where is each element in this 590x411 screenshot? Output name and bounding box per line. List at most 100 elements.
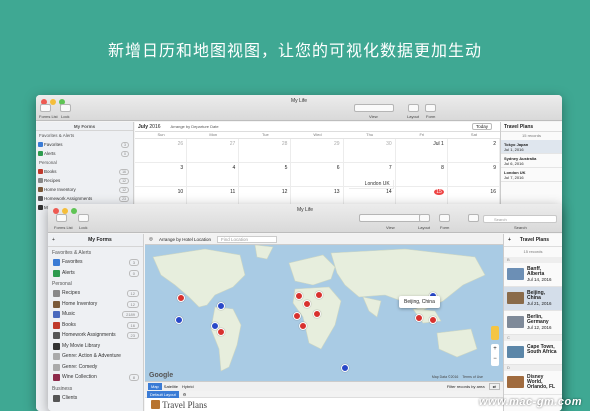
- layout-button[interactable]: [419, 214, 430, 222]
- calendar-day-cell[interactable]: 30: [343, 139, 396, 163]
- pegman-icon[interactable]: [491, 326, 499, 340]
- arrange-menu[interactable]: Arrange by Hotel Location: [159, 237, 211, 242]
- day-name: Tue: [261, 132, 269, 137]
- map-pin[interactable]: [177, 294, 185, 302]
- map-pin[interactable]: [341, 364, 349, 372]
- sidebar-item[interactable]: Wine Collection 8: [48, 372, 143, 383]
- map-pin[interactable]: [217, 328, 225, 336]
- sidebar-item[interactable]: Homework Assignments 23: [48, 330, 143, 341]
- form-icon: [38, 196, 43, 201]
- sidebar-item[interactable]: Home Inventory 12: [48, 299, 143, 310]
- lock-button[interactable]: [60, 104, 71, 112]
- map-tab-hybrid[interactable]: Hybrid: [182, 384, 194, 389]
- record-list-header: + Travel Plans: [504, 234, 562, 247]
- lock-button[interactable]: [78, 214, 89, 222]
- forms-list-button[interactable]: [56, 214, 67, 222]
- map-pin[interactable]: [299, 322, 307, 330]
- sidebar-item[interactable]: My Movie Library: [48, 341, 143, 352]
- layout-button[interactable]: [408, 104, 419, 112]
- record-item[interactable]: Disney World, Orlando, FL: [504, 371, 562, 395]
- sidebar-item[interactable]: Genre: Comedy: [48, 362, 143, 373]
- count-badge: 16: [119, 169, 129, 175]
- record-item[interactable]: Sydney Australia Jul 6, 2016: [501, 154, 562, 168]
- sidebar-item[interactable]: Books 16: [36, 167, 133, 176]
- forms-list-button[interactable]: [40, 104, 51, 112]
- sidebar-item[interactable]: Music 2189: [48, 309, 143, 320]
- today-button[interactable]: Today: [471, 123, 492, 130]
- sidebar-item[interactable]: Homework Assignments 23: [36, 194, 133, 203]
- calendar-day-cell[interactable]: 28: [239, 139, 292, 163]
- form-button[interactable]: [425, 104, 436, 112]
- map-data-label: Map Data ©2016: [431, 375, 459, 379]
- month-label: July: [138, 123, 149, 130]
- sidebar-item[interactable]: Clients: [48, 393, 143, 404]
- record-date: Jul 14, 2016: [527, 277, 552, 282]
- calendar-day-cell[interactable]: 9: [447, 163, 500, 187]
- view-segmented-control[interactable]: [359, 214, 421, 222]
- settings-icon[interactable]: ⚙: [183, 392, 187, 397]
- record-list-title: Travel Plans: [519, 237, 550, 243]
- map-pin[interactable]: [415, 314, 423, 322]
- map-pin[interactable]: [217, 302, 225, 310]
- map-pin[interactable]: [295, 292, 303, 300]
- forms-header-label[interactable]: My Forms: [88, 237, 112, 243]
- view-segmented-control[interactable]: [354, 104, 394, 112]
- sidebar-item[interactable]: Recipes 12: [36, 176, 133, 185]
- map-pin[interactable]: [293, 312, 301, 320]
- arrange-menu[interactable]: Arrange by Departure Date: [171, 124, 219, 129]
- calendar-day-cell[interactable]: Jul 1: [395, 139, 448, 163]
- map-tab-map[interactable]: Map: [148, 383, 162, 390]
- calendar-day-cell[interactable]: 29: [291, 139, 344, 163]
- map-pin[interactable]: [175, 316, 183, 324]
- filter-button[interactable]: [468, 214, 479, 222]
- sidebar-item[interactable]: Favorites 3: [48, 257, 143, 268]
- map-footer: Map Satellite Hybrid Filter records by a…: [145, 381, 503, 391]
- record-item[interactable]: Banff, Alberta Jul 14, 2016: [504, 263, 562, 287]
- calendar-day-cell[interactable]: 5: [239, 163, 292, 187]
- sidebar-item[interactable]: Genre: Action & Adventure: [48, 351, 143, 362]
- map-tab-satellite[interactable]: Satellite: [164, 384, 178, 389]
- sidebar-item[interactable]: Recipes 12: [48, 288, 143, 299]
- map-pin[interactable]: [313, 310, 321, 318]
- map-pin[interactable]: [429, 316, 437, 324]
- calendar-day-cell[interactable]: 7 London UK: [343, 163, 396, 189]
- sidebar-item[interactable]: Favorites 3: [36, 140, 133, 149]
- location-icon[interactable]: ◎: [149, 236, 153, 242]
- add-record-icon[interactable]: +: [508, 237, 511, 243]
- calendar-day-cell[interactable]: 2: [447, 139, 500, 163]
- calendar-day-cell[interactable]: 26: [135, 139, 188, 163]
- find-location-field[interactable]: Find Location: [216, 235, 277, 243]
- calendar-day-cell[interactable]: 3: [135, 163, 188, 187]
- calendar-day-cell[interactable]: 27: [187, 139, 240, 163]
- default-layout-tab[interactable]: Default Layout: [147, 390, 179, 398]
- form-icon: [53, 332, 60, 339]
- map-pin[interactable]: [315, 291, 323, 299]
- filter-area-button[interactable]: ⇄: [488, 383, 500, 390]
- form-icon: [53, 290, 60, 297]
- record-item[interactable]: Beijing, China Jul 21, 2016: [504, 287, 562, 311]
- calendar-day-cell[interactable]: 4: [187, 163, 240, 187]
- sidebar-item[interactable]: Home Inventory 12: [36, 185, 133, 194]
- sidebar-item[interactable]: Books 16: [48, 320, 143, 331]
- google-logo: Google: [149, 372, 174, 379]
- record-item[interactable]: London UK Jul 7, 2016: [501, 168, 562, 182]
- terms-link[interactable]: Terms of Use: [462, 375, 483, 379]
- forms-header[interactable]: My Forms: [36, 122, 133, 131]
- form-button[interactable]: [439, 214, 450, 222]
- view-label: View: [369, 114, 378, 119]
- record-item[interactable]: Cape Town, South Africa: [504, 341, 562, 365]
- layout-label: Layout: [418, 225, 431, 230]
- calendar-day-cell[interactable]: 8: [395, 163, 448, 187]
- map-view[interactable]: ◎ Arrange by Hotel Location Find Locatio…: [145, 234, 503, 381]
- sidebar-item-label: Books: [44, 169, 57, 174]
- zoom-controls[interactable]: + −: [491, 344, 499, 366]
- map-pin[interactable]: [303, 300, 311, 308]
- search-field[interactable]: Search: [483, 215, 557, 223]
- day-number: 12: [281, 189, 288, 195]
- add-form-icon[interactable]: +: [52, 237, 55, 243]
- sidebar-item[interactable]: Alerts 0: [48, 268, 143, 279]
- calendar-day-cell[interactable]: 6: [291, 163, 344, 187]
- record-item[interactable]: Tokyo Japan Jul 1, 2016: [501, 140, 562, 154]
- record-item[interactable]: Berlin, Germany Jul 12, 2016: [504, 311, 562, 335]
- sidebar-item[interactable]: Alerts 0: [36, 149, 133, 158]
